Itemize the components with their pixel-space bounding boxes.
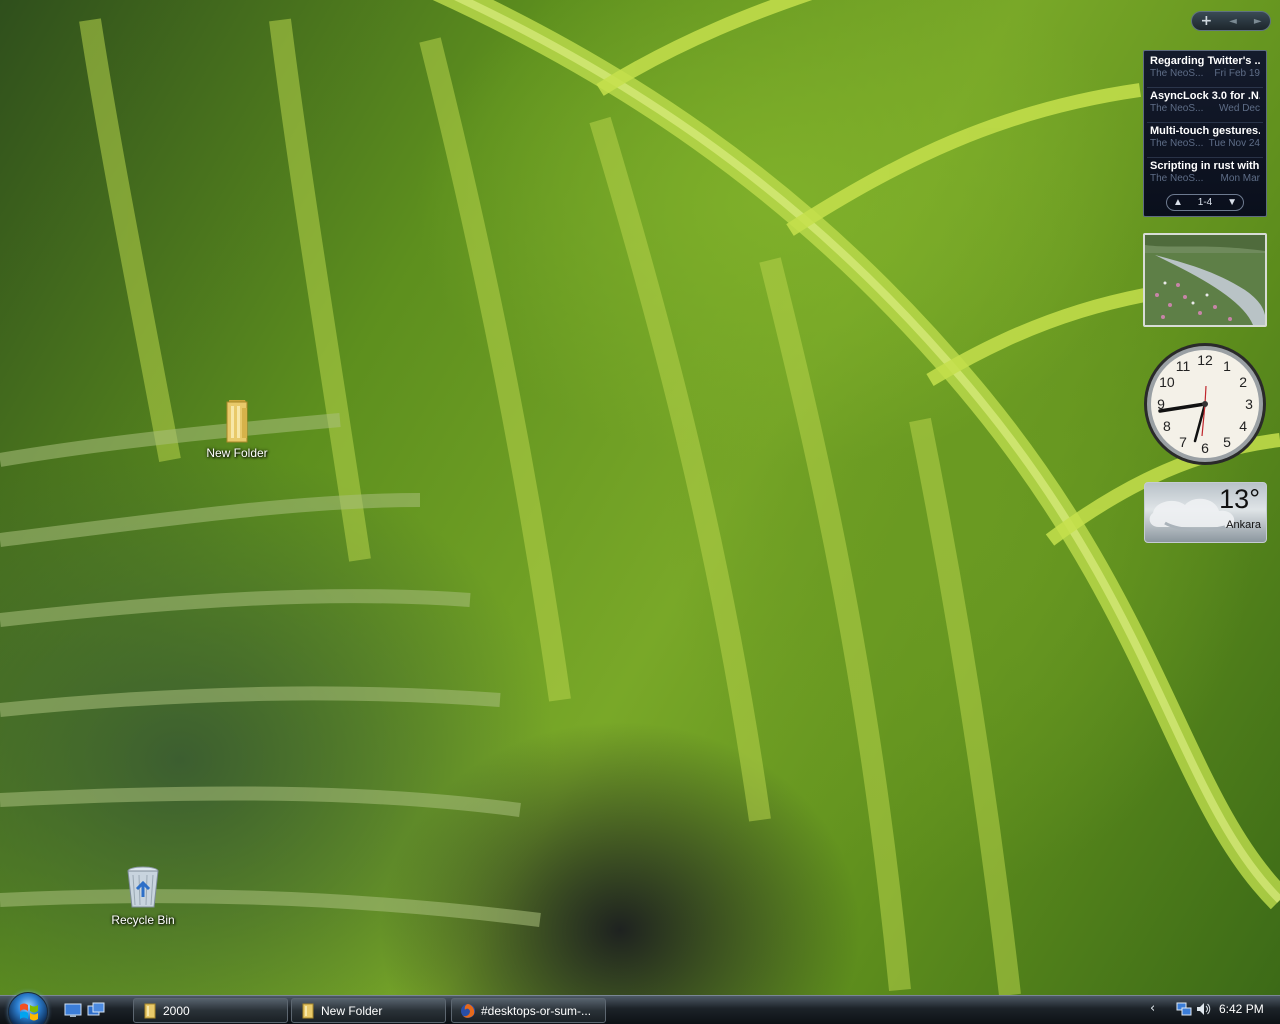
recycle-bin-icon <box>119 863 167 911</box>
network-icon[interactable] <box>1176 1001 1192 1021</box>
clock-numeral: 11 <box>1176 358 1191 374</box>
switch-windows-icon[interactable] <box>87 1002 105 1018</box>
clock-numeral: 4 <box>1239 418 1247 434</box>
clock-numeral: 3 <box>1245 396 1253 412</box>
taskbar-clock[interactable]: 6:42 PM <box>1219 1002 1264 1016</box>
clock-numeral: 2 <box>1239 374 1247 390</box>
feed-item-title: AsyncLock 3.0 for .N... <box>1150 90 1260 102</box>
feed-item-title: Scripting in rust with... <box>1150 160 1260 172</box>
feed-item-date: Fri Feb 19 <box>1214 68 1260 79</box>
feed-item[interactable]: Scripting in rust with... The NeoS... Mon… <box>1147 158 1263 193</box>
weather-temperature: 13° <box>1219 484 1260 514</box>
slideshow-gadget[interactable] <box>1143 233 1267 327</box>
previous-page-button[interactable]: ◄ <box>1229 16 1237 27</box>
start-button[interactable] <box>8 992 48 1024</box>
weather-gadget[interactable]: 13° Ankara <box>1144 482 1267 543</box>
clock-numeral: 7 <box>1179 434 1187 450</box>
feed-item-date: Wed Dec <box>1219 103 1260 114</box>
feed-item-source: The NeoS... <box>1150 103 1204 114</box>
desktop-icon-label: Recycle Bin <box>111 913 175 927</box>
feed-item-source: The NeoS... <box>1150 68 1204 79</box>
feed-item-source: The NeoS... <box>1150 138 1204 149</box>
weather-city: Ankara <box>1226 519 1261 531</box>
feed-pager: ▲ 1-4 ▼ <box>1166 194 1244 211</box>
feed-item-date: Tue Nov 24 <box>1208 138 1260 149</box>
show-hidden-icons-button[interactable]: ‹ <box>1150 1001 1155 1016</box>
clock-numeral: 10 <box>1159 374 1175 390</box>
firefox-icon <box>461 1003 475 1018</box>
taskbar-button-label: New Folder <box>321 1003 383 1018</box>
taskbar-button-2000[interactable]: 2000 <box>133 998 288 1023</box>
feed-down-button[interactable]: ▼ <box>1227 197 1237 208</box>
feed-headlines-gadget: Regarding Twitter's ... The NeoS... Fri F… <box>1143 50 1267 217</box>
feed-item[interactable]: AsyncLock 3.0 for .N... The NeoS... Wed D… <box>1147 88 1263 123</box>
windows-logo-icon <box>20 1003 38 1021</box>
volume-icon[interactable] <box>1195 1001 1211 1021</box>
taskbar-button-new-folder[interactable]: New Folder <box>291 998 446 1023</box>
desktop-icon-recycle-bin[interactable]: Recycle Bin <box>98 863 188 927</box>
sidebar-controls: + ◄ ► <box>1191 11 1271 31</box>
next-page-button[interactable]: ► <box>1254 16 1262 27</box>
feed-item-title: Multi-touch gestures... <box>1150 125 1260 137</box>
feed-item-source: The NeoS... <box>1150 173 1204 184</box>
clock-numeral: 6 <box>1201 440 1209 456</box>
add-gadget-button[interactable]: + <box>1200 13 1212 29</box>
feed-item-date: Mon Mar <box>1220 173 1260 184</box>
clock-numeral: 5 <box>1223 434 1231 450</box>
folder-icon <box>213 396 261 444</box>
show-desktop-icon[interactable] <box>64 1002 82 1018</box>
desktop-wallpaper <box>0 0 1280 995</box>
clock-numeral: 8 <box>1163 418 1171 434</box>
taskbar-button-label: 2000 <box>163 1003 190 1018</box>
feed-up-button[interactable]: ▲ <box>1173 197 1183 208</box>
taskbar-button-label: #desktops-or-sum-... <box>481 1003 592 1018</box>
feed-item[interactable]: Multi-touch gestures... The NeoS... Tue N… <box>1147 123 1263 158</box>
slideshow-photo <box>1145 235 1265 325</box>
folder-icon <box>144 1003 156 1018</box>
taskbar-button-firefox[interactable]: #desktops-or-sum-... <box>451 998 606 1023</box>
desktop-icon-new-folder[interactable]: New Folder <box>192 396 282 460</box>
feed-range-label: 1-4 <box>1197 197 1213 208</box>
clock-numeral: 12 <box>1197 352 1213 368</box>
leaf-artwork <box>0 0 1280 995</box>
clock-numeral: 1 <box>1223 358 1231 374</box>
desktop-icon-label: New Folder <box>206 446 268 460</box>
feed-item-title: Regarding Twitter's ... <box>1150 55 1260 67</box>
feed-item[interactable]: Regarding Twitter's ... The NeoS... Fri F… <box>1147 53 1263 88</box>
taskbar: 2000 New Folder #desktops-or-sum-... ‹ 6… <box>0 992 1280 1024</box>
clock-gadget[interactable]: 12 1 2 3 4 5 6 7 8 9 10 11 <box>1142 341 1268 467</box>
folder-icon <box>302 1003 314 1018</box>
analog-clock-face: 12 1234567891011 <box>1144 343 1266 465</box>
